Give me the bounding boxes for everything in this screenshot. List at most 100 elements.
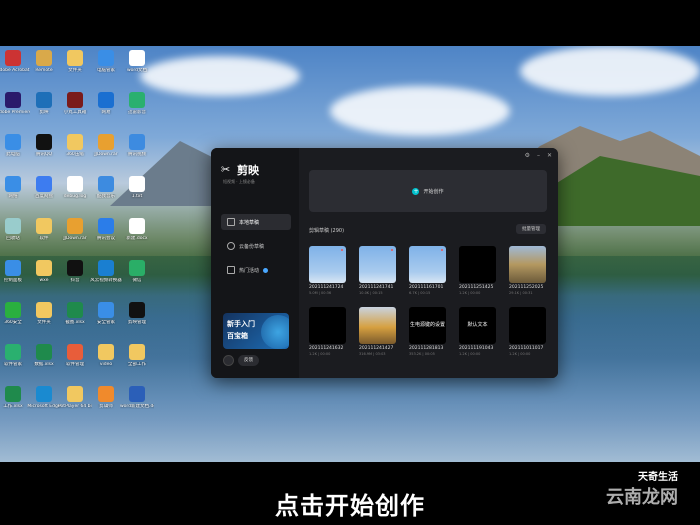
desktop-icon[interactable]: 工作.xlsx — [0, 386, 30, 409]
marker-icon — [441, 249, 443, 251]
app-icon — [129, 344, 145, 360]
desktop-icon[interactable]: 全部工作 — [120, 344, 154, 367]
desktop-icon[interactable]: Remote — [27, 50, 61, 73]
draft-name: 202111241724 — [309, 285, 344, 290]
feedback-button[interactable]: 反馈 — [238, 355, 259, 366]
desktop-icon[interactable]: 网络 — [0, 176, 30, 199]
desktop-icon[interactable]: 1.txt — [120, 176, 154, 199]
desktop-icon[interactable]: 软件管家 — [0, 344, 30, 367]
watermark-bottom: 云南龙网 — [606, 487, 678, 508]
desktop-icon[interactable]: JJDown.rar — [58, 218, 92, 241]
desktop-icon[interactable]: 剪映管理 — [120, 302, 154, 325]
desktop-icon[interactable]: 腾讯视频 — [120, 134, 154, 157]
desktop-icon[interactable]: 微信 — [120, 260, 154, 283]
desktop-icon-label: 百度网盘 — [35, 194, 53, 199]
close-icon[interactable]: ✕ — [547, 152, 552, 159]
desktop-icon[interactable]: 截图.xlsx — [58, 302, 92, 325]
draft-thumbnail — [509, 246, 546, 283]
app-icon — [36, 92, 52, 108]
batch-manage-button[interactable]: 批量管理 — [516, 224, 546, 234]
desktop-icon[interactable]: 抖音 — [58, 260, 92, 283]
desktop-icon-label: 文件夹 — [68, 68, 82, 73]
desktop-icon[interactable]: PotPlayer 64 bit — [58, 386, 92, 409]
nav-label: 热门活动 — [239, 267, 260, 274]
draft-meta: 1.2K | 00:00 — [459, 352, 481, 356]
desktop-icon[interactable]: 百度网盘 — [27, 176, 61, 199]
draft-item[interactable]: 202111241724 5.0M | 00:36 — [309, 246, 346, 295]
desktop-icon[interactable]: video — [89, 344, 123, 367]
desktop-icon[interactable]: 文件夹 — [27, 302, 61, 325]
minimize-icon[interactable]: – — [537, 152, 540, 159]
desktop-icon[interactable]: 回收站 — [0, 218, 30, 241]
draft-item[interactable]: 202111241741 10.0K | 00:15 — [359, 246, 396, 295]
desktop-icon[interactable]: 安全管家 — [89, 302, 123, 325]
draft-name: 202111161701 — [409, 285, 444, 290]
desktop-icon[interactable]: debug.log — [58, 176, 92, 199]
nav-local-drafts[interactable]: 本地草稿 — [221, 214, 291, 230]
desktop-icon[interactable]: 网易 — [89, 92, 123, 115]
app-icon — [67, 176, 83, 192]
desktop-icon[interactable]: 电脑管家 — [89, 50, 123, 73]
start-create-button[interactable]: + 开始创作 — [309, 170, 547, 212]
nav-hot-events[interactable]: 热门活动 — [221, 262, 291, 278]
app-icon — [67, 92, 83, 108]
desktop-icon[interactable]: 剪辑师 — [89, 386, 123, 409]
desktop-icon[interactable]: 腾讯会议 — [89, 218, 123, 241]
draft-name: 202111251425 — [459, 285, 494, 290]
app-icon — [5, 92, 21, 108]
nav-cloud-drafts[interactable]: 云备份草稿 — [221, 238, 291, 254]
desktop-icon[interactable]: 360安全 — [0, 302, 30, 325]
banner-graphic — [261, 315, 289, 349]
draft-thumbnail — [409, 246, 446, 283]
draft-thumbnail — [459, 246, 496, 283]
desktop-icon[interactable]: Microsoft Edge — [27, 386, 61, 409]
desktop-icon-label: 电脑管家 — [97, 68, 115, 73]
desktop-icon[interactable]: 软件 — [27, 218, 61, 241]
desktop-icon[interactable]: 腾讯QQ — [27, 134, 61, 157]
app-icon — [98, 344, 114, 360]
desktop-icon[interactable]: Adobe Acrobat — [0, 50, 30, 73]
draft-item[interactable]: 202111011017 1.2K | 00:00 — [509, 307, 546, 356]
draft-item[interactable]: 202111241632 1.2K | 00:00 — [309, 307, 346, 356]
settings-icon[interactable]: ⚙ — [525, 152, 530, 159]
desktop-icon[interactable]: 此电脑 — [0, 134, 30, 157]
desktop-icon[interactable]: 控制面板 — [0, 260, 30, 283]
desktop-icon[interactable]: word新建文档.docx — [120, 386, 154, 409]
draft-item[interactable]: 202111252025 29.1K | 00:31 — [509, 246, 546, 295]
draft-item[interactable]: 默认文本 202111191043 1.2K | 00:00 — [459, 307, 496, 356]
app-icon — [67, 302, 83, 318]
draft-meta: 1.2K | 00:00 — [309, 352, 331, 356]
desktop-icon[interactable]: 风云视频转换器 — [89, 260, 123, 283]
desktop-icon[interactable]: 迅雷影音 — [120, 92, 154, 115]
desktop-icon[interactable]: 酷我音乐 — [89, 176, 123, 199]
desktop-icon[interactable]: 360压缩 — [58, 134, 92, 157]
draft-item[interactable]: 202111241427 316.9M | 03:03 — [359, 307, 396, 356]
app-icon — [36, 134, 52, 150]
desktop-icon-label: 酷我音乐 — [97, 194, 115, 199]
desktop-icon[interactable]: 数据.xlsx — [27, 344, 61, 367]
desktop-icon[interactable]: word文档 — [120, 50, 154, 73]
desktop-icon[interactable]: 小丸工具箱 — [58, 92, 92, 115]
beginner-banner[interactable]: 新手入门 百宝箱 — [223, 313, 289, 349]
draft-item[interactable]: 生电源键的设置 202111281813 353.2K | 00:05 — [409, 307, 446, 356]
draft-item[interactable]: 202111161701 6.7K | 00:15 — [409, 246, 446, 295]
desktop-icon-label: 风云视频转换器 — [90, 278, 122, 283]
desktop-icon[interactable]: 剪映 — [27, 92, 61, 115]
desktop-icon[interactable]: Adobe Premiere — [0, 92, 30, 115]
desktop-icon-label: word文档 — [126, 68, 148, 73]
app-icon — [67, 260, 83, 276]
desktop-icon-label: 360压缩 — [66, 152, 84, 157]
desktop-icon-label: 此电脑 — [6, 152, 20, 157]
draft-meta: 1.2K | 00:00 — [459, 291, 481, 295]
desktop-icon[interactable]: 文件夹 — [58, 50, 92, 73]
draft-thumbnail: 默认文本 — [459, 307, 496, 344]
desktop-icon[interactable]: 新建.docx — [120, 218, 154, 241]
desktop-icon[interactable]: JJDown.rar — [89, 134, 123, 157]
user-avatar[interactable] — [223, 355, 234, 366]
desktop-icon[interactable]: wxe — [27, 260, 61, 283]
thumbnail-text: 生电源键的设置 — [409, 322, 445, 328]
draft-item[interactable]: 202111251425 1.2K | 00:00 — [459, 246, 496, 295]
desktop-icon-label: Adobe Acrobat — [0, 68, 30, 73]
draft-thumbnail — [509, 307, 546, 344]
desktop-icon[interactable]: 软件管理 — [58, 344, 92, 367]
